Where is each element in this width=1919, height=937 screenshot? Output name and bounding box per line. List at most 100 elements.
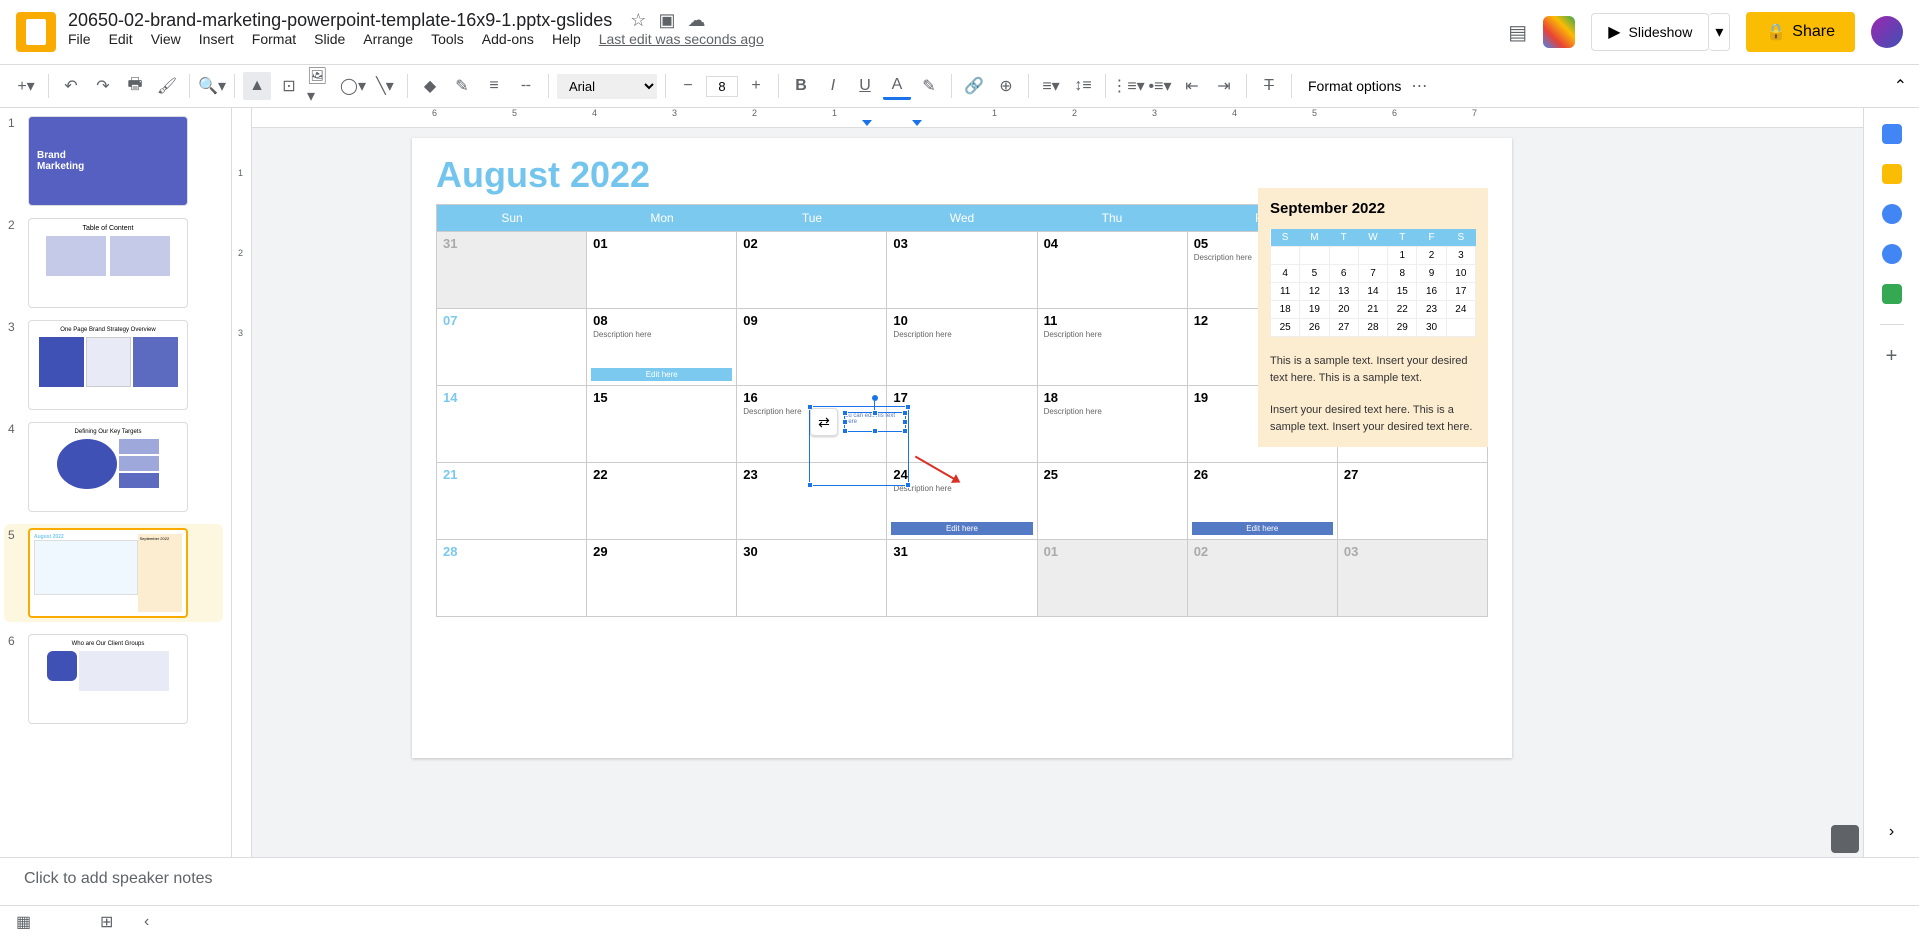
filmstrip-view-button[interactable]: ▦ bbox=[16, 912, 40, 932]
menu-format[interactable]: Format bbox=[252, 31, 296, 47]
font-size-input[interactable] bbox=[706, 76, 738, 97]
slide-thumb-5[interactable]: August 2022September 2022 bbox=[28, 528, 188, 618]
zoom-button[interactable]: 🔍▾ bbox=[198, 72, 226, 100]
slides-logo[interactable] bbox=[16, 12, 56, 52]
cal-cell[interactable]: 08Description hereEdit here bbox=[587, 309, 737, 385]
comments-icon[interactable]: ▤ bbox=[1508, 20, 1527, 45]
cal-cell[interactable]: 30 bbox=[737, 540, 887, 616]
menu-file[interactable]: File bbox=[68, 31, 91, 47]
maps-app-icon[interactable] bbox=[1882, 284, 1902, 304]
cal-cell[interactable]: 03 bbox=[1338, 540, 1487, 616]
canvas-area[interactable]: 1 2 3 6 5 4 3 2 1 1 2 3 4 5 6 7 August 2… bbox=[232, 108, 1863, 857]
align-button[interactable]: ≡▾ bbox=[1037, 72, 1065, 100]
increase-font-button[interactable]: + bbox=[742, 72, 770, 100]
cloud-icon[interactable]: ☁ bbox=[687, 10, 705, 31]
cal-cell[interactable]: 23 bbox=[737, 463, 887, 539]
user-avatar[interactable] bbox=[1871, 16, 1903, 48]
image-tool[interactable]: 🖼▾ bbox=[307, 72, 335, 100]
cal-cell[interactable]: 09 bbox=[737, 309, 887, 385]
speaker-notes[interactable]: Click to add speaker notes bbox=[0, 857, 1919, 905]
last-edit-text[interactable]: Last edit was seconds ago bbox=[599, 31, 764, 47]
menu-help[interactable]: Help bbox=[552, 31, 581, 47]
menu-edit[interactable]: Edit bbox=[109, 31, 133, 47]
decrease-indent-button[interactable]: ⇤ bbox=[1178, 72, 1206, 100]
resize-handle[interactable] bbox=[902, 428, 908, 434]
clear-format-button[interactable]: T bbox=[1255, 72, 1283, 100]
border-dash-button[interactable]: ╌ bbox=[512, 72, 540, 100]
add-app-button[interactable]: + bbox=[1886, 345, 1898, 368]
hide-sidebar-button[interactable]: › bbox=[1889, 823, 1894, 841]
collapse-panel-button[interactable]: ‹ bbox=[144, 913, 168, 931]
resize-handle[interactable] bbox=[872, 428, 878, 434]
cal-cell[interactable]: 21 bbox=[437, 463, 587, 539]
cal-cell[interactable]: 28 bbox=[437, 540, 587, 616]
selection-box[interactable]: ou can edit his text here bbox=[844, 412, 906, 432]
comment-button[interactable]: ⊕ bbox=[992, 72, 1020, 100]
italic-button[interactable]: I bbox=[819, 72, 847, 100]
menu-slide[interactable]: Slide bbox=[314, 31, 345, 47]
highlight-button[interactable]: ✎ bbox=[915, 72, 943, 100]
font-select[interactable]: Arial bbox=[557, 74, 657, 99]
cal-cell[interactable]: 04 bbox=[1038, 232, 1188, 308]
cal-cell[interactable]: 17 bbox=[887, 386, 1037, 462]
menu-tools[interactable]: Tools bbox=[431, 31, 464, 47]
cal-cell[interactable]: 31 bbox=[887, 540, 1037, 616]
cal-cell[interactable]: 02 bbox=[1188, 540, 1338, 616]
text-color-button[interactable]: A bbox=[883, 72, 911, 100]
resize-handle[interactable] bbox=[842, 419, 848, 425]
slideshow-button[interactable]: ▶ Slideshow bbox=[1591, 13, 1709, 51]
slide-thumb-1[interactable]: BrandMarketing bbox=[28, 116, 188, 206]
cal-cell[interactable]: 03 bbox=[887, 232, 1037, 308]
keep-app-icon[interactable] bbox=[1882, 164, 1902, 184]
undo-button[interactable]: ↶ bbox=[57, 72, 85, 100]
slide-thumb-2[interactable]: Table of Content bbox=[28, 218, 188, 308]
resize-handle[interactable] bbox=[872, 410, 878, 416]
slide-thumb-6[interactable]: Who are Our Client Groups bbox=[28, 634, 188, 724]
move-icon[interactable]: ▣ bbox=[658, 10, 675, 31]
more-button[interactable]: ⋯ bbox=[1405, 72, 1433, 100]
paint-format-button[interactable]: 🖌 bbox=[153, 72, 181, 100]
underline-button[interactable]: U bbox=[851, 72, 879, 100]
edit-button[interactable]: Edit here bbox=[591, 368, 732, 381]
cal-cell[interactable]: 24Description hereEdit here bbox=[887, 463, 1037, 539]
menu-view[interactable]: View bbox=[151, 31, 181, 47]
fill-color-button[interactable]: ◆ bbox=[416, 72, 444, 100]
menu-insert[interactable]: Insert bbox=[199, 31, 234, 47]
cal-cell[interactable]: 25 bbox=[1038, 463, 1188, 539]
document-title[interactable]: 20650-02-brand-marketing-powerpoint-temp… bbox=[68, 10, 612, 31]
shape-tool[interactable]: ◯▾ bbox=[339, 72, 367, 100]
cal-cell[interactable]: 27 bbox=[1338, 463, 1487, 539]
cal-cell[interactable]: 15 bbox=[587, 386, 737, 462]
cal-cell[interactable]: 01 bbox=[587, 232, 737, 308]
bold-button[interactable]: B bbox=[787, 72, 815, 100]
border-weight-button[interactable]: ≡ bbox=[480, 72, 508, 100]
link-button[interactable]: 🔗 bbox=[960, 72, 988, 100]
meet-icon[interactable] bbox=[1543, 16, 1575, 48]
share-button[interactable]: 🔒 Share bbox=[1746, 12, 1855, 52]
slide-thumb-3[interactable]: One Page Brand Strategy Overview bbox=[28, 320, 188, 410]
cal-cell[interactable]: 22 bbox=[587, 463, 737, 539]
rotate-handle[interactable] bbox=[872, 395, 878, 401]
resize-handle[interactable] bbox=[902, 410, 908, 416]
border-color-button[interactable]: ✎ bbox=[448, 72, 476, 100]
cal-cell[interactable]: 07 bbox=[437, 309, 587, 385]
cal-cell[interactable]: 11Description here bbox=[1038, 309, 1188, 385]
september-panel[interactable]: September 2022 SMTWTFS 123 45678910 1112… bbox=[1258, 188, 1488, 447]
cal-cell[interactable]: 31 bbox=[437, 232, 587, 308]
resize-handle[interactable] bbox=[842, 428, 848, 434]
cal-cell[interactable]: 14 bbox=[437, 386, 587, 462]
slide-panel[interactable]: 1 BrandMarketing 2 Table of Content 3 On… bbox=[0, 108, 232, 857]
grid-view-button[interactable]: ⊞ bbox=[100, 912, 124, 932]
textbox-tool[interactable]: ⊡ bbox=[275, 72, 303, 100]
tasks-app-icon[interactable] bbox=[1882, 204, 1902, 224]
select-tool[interactable]: ▲ bbox=[243, 72, 271, 100]
star-icon[interactable]: ☆ bbox=[630, 10, 646, 31]
cal-cell[interactable]: 26Edit here bbox=[1188, 463, 1338, 539]
line-spacing-button[interactable]: ↕≡ bbox=[1069, 72, 1097, 100]
cal-cell[interactable]: 18Description here bbox=[1038, 386, 1188, 462]
ruler-marker-left[interactable] bbox=[862, 120, 872, 126]
line-tool[interactable]: ╲▾ bbox=[371, 72, 399, 100]
slide-thumb-4[interactable]: Defining Our Key Targets bbox=[28, 422, 188, 512]
bullet-list-button[interactable]: •≡▾ bbox=[1146, 72, 1174, 100]
resize-handle[interactable] bbox=[902, 419, 908, 425]
